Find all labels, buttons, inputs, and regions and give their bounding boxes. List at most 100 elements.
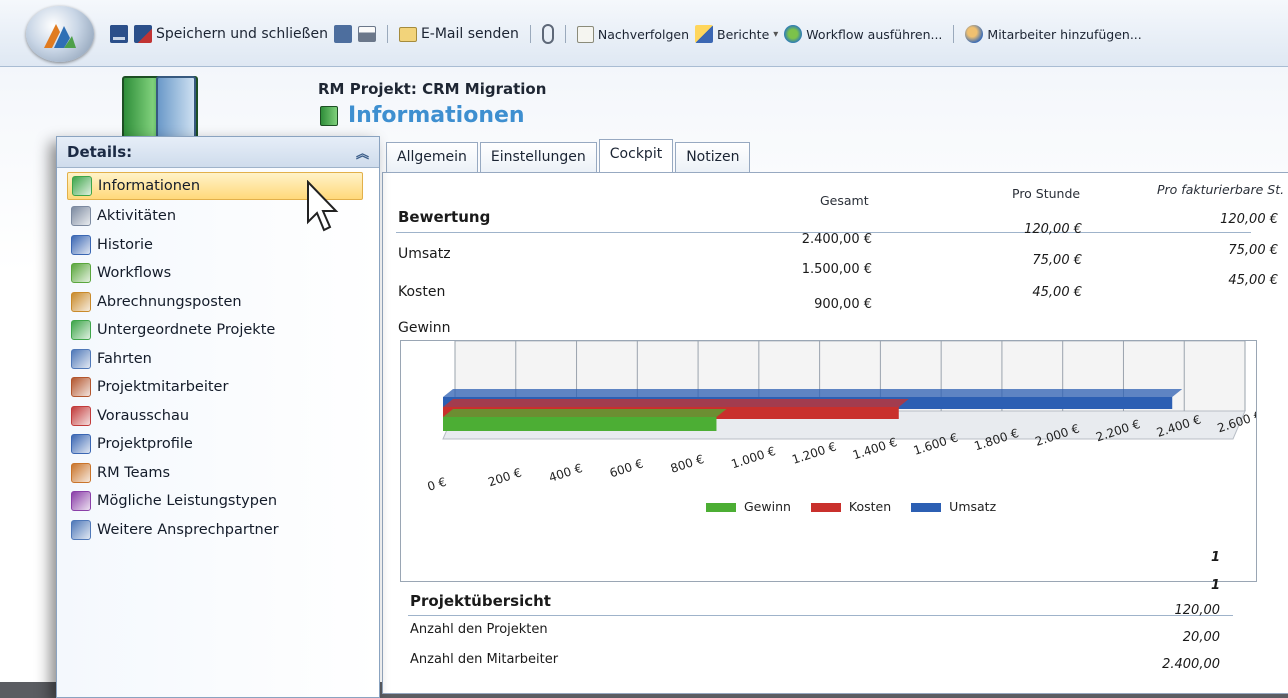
row-label-kosten: Kosten [398,284,446,300]
sidebar-item-weitere-ansprechpartner[interactable]: Weitere Ansprechpartner [67,516,361,545]
details-header: Details: ︽ [57,137,379,168]
save-and-new-button[interactable] [333,25,352,43]
x-tick-label: 400 € [547,461,584,485]
person-icon [71,377,91,398]
row-label-gewinn: Gewinn [398,320,451,336]
sidebar-item-projektprofile[interactable]: Projektprofile [67,430,361,459]
bar-top-gewinn [443,409,727,417]
sidebar-item-label: RM Teams [97,464,171,481]
service-icon [71,491,91,512]
sidebar-item-label: Projektmitarbeiter [97,379,229,396]
bar-chart-svg: 0 €200 €400 €600 €800 €1.000 €1.200 €1.4… [426,341,1256,494]
sidebar-item-fahrten[interactable]: Fahrten [67,345,361,374]
sidebar-item-projektmitarbeiter[interactable]: Projektmitarbeiter [67,373,361,402]
sidebar-item-mögliche-leistungstypen[interactable]: Mögliche Leistungstypen [67,487,361,516]
paperclip-icon [541,24,554,44]
value-kosten-pro-stunde: 75,00 € [1032,253,1082,268]
track-label: Nachverfolgen [597,26,689,42]
run-workflow-button[interactable]: Workflow ausführen... [784,25,942,43]
office-orb-button[interactable] [26,6,94,62]
notepad-icon [71,206,91,227]
bar-top-kosten [443,399,909,407]
tab-cockpit[interactable]: Cockpit [598,139,674,176]
reports-label: Berichte [717,26,770,42]
tab-allgemein[interactable]: Allgemein [386,142,478,176]
value-umsatz-pro-stunde: 120,00 € [1024,222,1082,237]
workflow-icon [71,263,91,284]
add-employee-label: Mitarbeiter hinzufügen... [987,26,1142,42]
collapse-chevron-icon[interactable]: ︽ [356,143,369,162]
save-new-icon [333,25,352,43]
x-tick-label: 200 € [486,465,523,489]
send-email-label: E-Mail senden [420,26,519,42]
legend-label: Umsatz [949,499,997,514]
save-and-close-button[interactable]: Speichern und schließen [134,25,328,43]
reports-button[interactable]: Berichte ▾ [695,25,778,43]
sidebar-item-label: Vorausschau [97,407,190,424]
ribbon-toolbar: Speichern und schließen E-Mail senden Na… [0,0,1288,67]
x-tick-label: 1.200 € [790,439,838,466]
value-overview-1: 1 [1210,550,1220,565]
toolbar-separator [953,25,955,43]
mouse-pointer-icon [307,180,339,232]
legend-label: Gewinn [744,499,791,514]
section-projektuebersicht: Projektübersicht [410,592,551,610]
sidebar-item-rm-teams[interactable]: RM Teams [67,459,361,488]
save-button[interactable] [110,25,128,43]
profile-icon [71,434,91,455]
sidebar-item-label: Aktivitäten [97,208,177,225]
divider [408,615,1233,616]
crm-form-window: Speichern und schließen E-Mail senden Na… [0,0,1288,698]
value-overview-3: 120,00 [1174,603,1221,618]
chart-legend: Gewinn Kosten Umsatz [706,499,996,514]
printer-icon [357,26,376,42]
users-icon [965,25,984,43]
cockpit-chart: 0 €200 €400 €600 €800 €1.000 €1.200 €1.4… [400,340,1257,582]
value-overview-5: 2.400,00 [1162,657,1220,672]
tab-einstellungen[interactable]: Einstellungen [479,142,597,176]
workflow-icon [784,25,803,43]
toolbar-separator [386,25,388,43]
save-close-icon [134,25,152,43]
save-and-close-label: Speichern und schließen [156,26,328,42]
sidebar-item-label: Untergeordnete Projekte [97,322,276,339]
car-icon [71,348,91,369]
x-tick-label: 800 € [669,452,706,476]
toolbar-separator [564,25,566,43]
envelope-icon [398,26,417,42]
sidebar-item-workflows[interactable]: Workflows [67,259,361,288]
contact-card-icon [71,519,91,540]
value-gewinn-gesamt: 900,00 € [814,297,872,312]
column-header-gesamt: Gesamt [820,193,869,208]
toolbar-separator [529,25,531,43]
column-header-pro-stunde: Pro Stunde [1012,186,1081,201]
sidebar-item-label: Fahrten [97,350,152,367]
details-title: Details: [67,143,133,161]
value-kosten-pro-fakt: 75,00 € [1228,243,1278,258]
sidebar-item-vorausschau[interactable]: Vorausschau [67,402,361,431]
legend-swatch [706,503,736,512]
value-umsatz-gesamt: 2.400,00 € [801,232,872,247]
x-tick-label: 0 € [426,475,448,494]
x-tick-label: 1.000 € [729,444,777,471]
send-email-button[interactable]: E-Mail senden [398,26,519,42]
print-button[interactable] [357,26,376,42]
value-overview-4: 20,00 [1182,630,1220,645]
legend-item-kosten: Kosten [810,499,892,514]
legend-swatch [911,503,942,512]
toolbar-actions: Speichern und schließen E-Mail senden Na… [110,20,1288,48]
row-label-umsatz: Umsatz [398,246,451,262]
run-workflow-label: Workflow ausführen... [806,26,943,42]
legend-label: Kosten [848,499,892,514]
sidebar-item-untergeordnete-projekte[interactable]: Untergeordnete Projekte [67,316,361,345]
tab-notizen[interactable]: Notizen [675,142,751,176]
bar-top-umsatz [443,389,1183,397]
add-employee-button[interactable]: Mitarbeiter hinzufügen... [965,25,1142,43]
x-tick-label: 600 € [608,456,645,480]
report-icon [695,25,713,43]
sidebar-item-abrechnungsposten[interactable]: Abrechnungsposten [67,288,361,317]
invoice-icon [71,291,91,312]
track-button[interactable]: Nachverfolgen [576,25,689,43]
notepad-icon [576,25,594,43]
attach-button[interactable] [541,24,554,44]
